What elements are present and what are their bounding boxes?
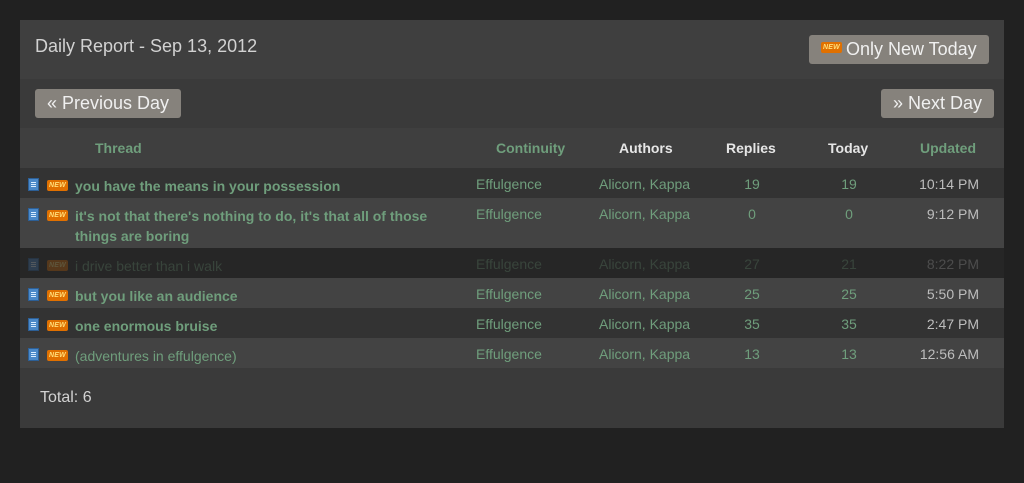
table-header: Thread Continuity Authors Replies Today … xyxy=(20,128,1004,168)
column-authors: Authors xyxy=(619,140,673,156)
replies-count: 35 xyxy=(744,316,760,332)
thread-link[interactable]: i drive better than i walk xyxy=(75,256,455,276)
today-count: 21 xyxy=(841,256,857,272)
replies-count: 13 xyxy=(744,346,760,362)
only-new-today-button[interactable]: NEW Only New Today xyxy=(809,35,989,64)
column-thread[interactable]: Thread xyxy=(95,140,142,156)
document-icon[interactable] xyxy=(28,258,39,271)
today-count: 25 xyxy=(841,286,857,302)
column-continuity[interactable]: Continuity xyxy=(496,140,565,156)
total-count: Total: 6 xyxy=(40,389,92,406)
thread-link[interactable]: one enormous bruise xyxy=(75,316,455,336)
today-count: 19 xyxy=(841,176,857,192)
replies-count: 0 xyxy=(748,206,756,222)
updated-time: 12:56 AM xyxy=(919,346,979,362)
thread-link[interactable]: but you like an audience xyxy=(75,286,455,306)
updated-time: 10:14 PM xyxy=(919,176,979,192)
new-badge-icon[interactable]: NEW xyxy=(47,290,68,301)
document-icon[interactable] xyxy=(28,288,39,301)
new-badge-icon[interactable]: NEW xyxy=(47,210,68,221)
thread-link[interactable]: (adventures in effulgence) xyxy=(75,346,455,366)
today-count: 0 xyxy=(845,206,853,222)
continuity-link[interactable]: Effulgence xyxy=(476,346,542,362)
authors-link[interactable]: Alicorn, Kappa xyxy=(599,206,690,222)
table-row: NEW it's not that there's nothing to do,… xyxy=(20,198,1004,248)
updated-time: 8:22 PM xyxy=(926,256,979,272)
table-row: NEW (adventures in effulgence) Effulgenc… xyxy=(20,338,1004,368)
next-day-button[interactable]: » Next Day xyxy=(881,89,994,118)
today-count: 13 xyxy=(841,346,857,362)
new-badge-icon[interactable]: NEW xyxy=(47,320,68,331)
authors-link[interactable]: Alicorn, Kappa xyxy=(599,346,690,362)
table-row: NEW one enormous bruise Effulgence Alico… xyxy=(20,308,1004,338)
document-icon[interactable] xyxy=(28,208,39,221)
new-badge-icon[interactable]: NEW xyxy=(47,350,68,361)
only-new-today-label: Only New Today xyxy=(845,39,977,59)
replies-count: 19 xyxy=(744,176,760,192)
report-header: Daily Report - Sep 13, 2012 NEW Only New … xyxy=(20,20,1004,79)
authors-link[interactable]: Alicorn, Kappa xyxy=(599,316,690,332)
continuity-link[interactable]: Effulgence xyxy=(476,286,542,302)
document-icon[interactable] xyxy=(28,348,39,361)
thread-link[interactable]: it's not that there's nothing to do, it'… xyxy=(75,206,455,246)
table-row: NEW but you like an audience Effulgence … xyxy=(20,278,1004,308)
column-today: Today xyxy=(828,140,869,156)
authors-link[interactable]: Alicorn, Kappa xyxy=(599,256,690,272)
continuity-link[interactable]: Effulgence xyxy=(476,256,542,272)
column-replies: Replies xyxy=(726,140,776,156)
new-badge-icon: NEW xyxy=(821,41,842,53)
continuity-link[interactable]: Effulgence xyxy=(476,316,542,332)
authors-link[interactable]: Alicorn, Kappa xyxy=(599,176,690,192)
table-row: NEW you have the means in your possessio… xyxy=(20,168,1004,198)
updated-time: 2:47 PM xyxy=(926,316,979,332)
new-badge-icon[interactable]: NEW xyxy=(47,260,68,271)
continuity-link[interactable]: Effulgence xyxy=(476,176,542,192)
thread-link[interactable]: you have the means in your possession xyxy=(75,176,455,196)
new-badge-icon[interactable]: NEW xyxy=(47,180,68,191)
column-updated[interactable]: Updated xyxy=(920,140,976,156)
updated-time: 9:12 PM xyxy=(926,206,979,222)
document-icon[interactable] xyxy=(28,318,39,331)
updated-time: 5:50 PM xyxy=(926,286,979,302)
table-row: NEW i drive better than i walk Effulgenc… xyxy=(20,248,1004,278)
today-count: 35 xyxy=(841,316,857,332)
daily-report-panel: Daily Report - Sep 13, 2012 NEW Only New … xyxy=(20,20,1004,428)
document-icon[interactable] xyxy=(28,178,39,191)
continuity-link[interactable]: Effulgence xyxy=(476,206,542,222)
previous-day-button[interactable]: « Previous Day xyxy=(35,89,181,118)
replies-count: 27 xyxy=(744,256,760,272)
replies-count: 25 xyxy=(744,286,760,302)
page-title: Daily Report - Sep 13, 2012 xyxy=(35,36,258,56)
authors-link[interactable]: Alicorn, Kappa xyxy=(599,286,690,302)
